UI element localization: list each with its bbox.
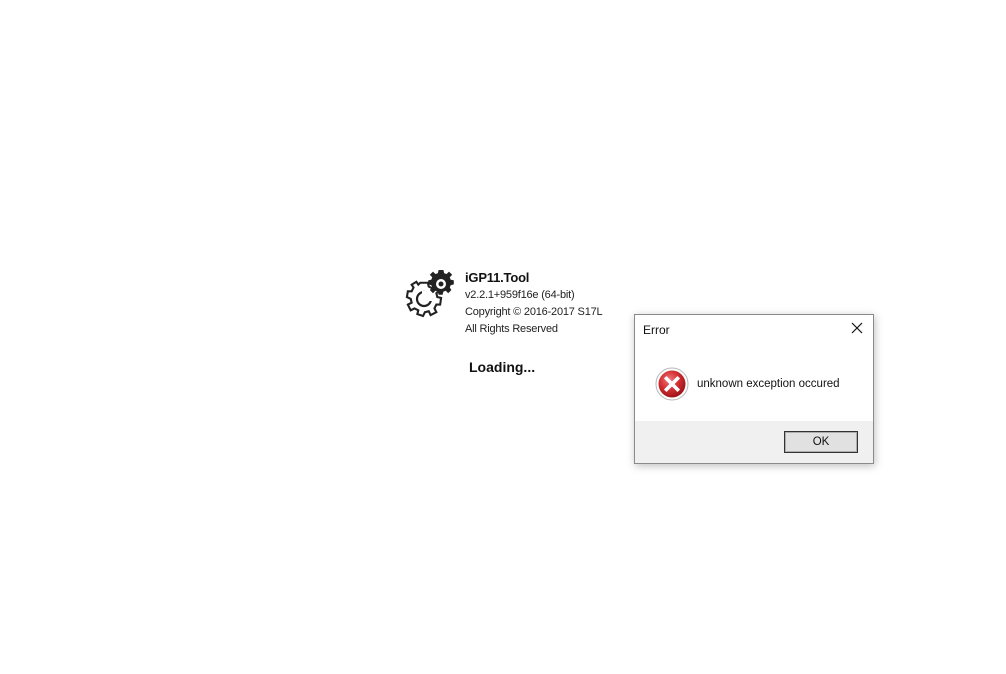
close-icon [851,321,863,339]
dialog-title: Error [643,323,670,337]
dialog-body: unknown exception occured [635,345,873,423]
dialog-titlebar[interactable]: Error [635,315,873,345]
app-copyright: Copyright © 2016-2017 S17L [465,306,603,318]
ok-button[interactable]: OK [784,431,858,453]
app-rights: All Rights Reserved [465,323,558,335]
error-dialog: Error unknown exception occured OK [634,314,874,464]
loading-status: Loading... [469,359,536,375]
desktop-background: iGP11.Tool v2.2.1+959f16e (64-bit) Copyr… [0,0,1006,674]
app-info: iGP11.Tool v2.2.1+959f16e (64-bit) Copyr… [465,270,603,338]
error-icon [655,367,689,401]
dialog-footer: OK [635,421,873,463]
gears-icon [404,266,458,320]
close-button[interactable] [841,315,873,345]
error-message: unknown exception occured [697,378,840,390]
app-version: v2.2.1+959f16e (64-bit) [465,289,575,301]
app-name: iGP11.Tool [465,270,530,285]
